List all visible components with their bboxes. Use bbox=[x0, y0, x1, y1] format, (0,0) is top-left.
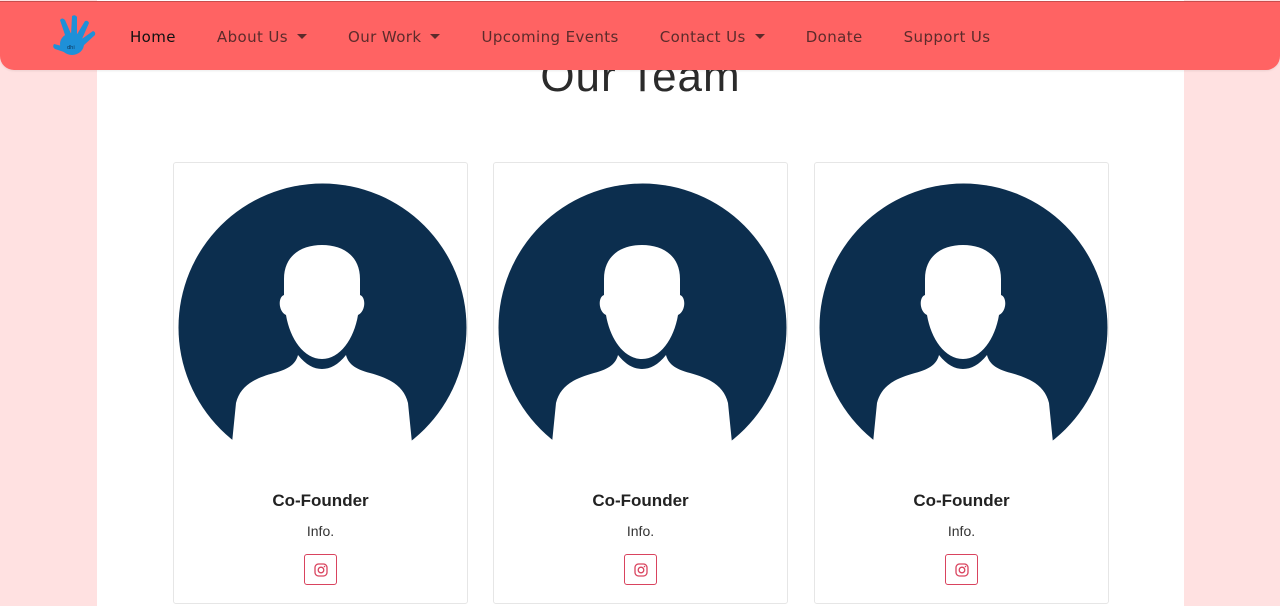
nav-home-label: Home bbox=[130, 27, 176, 46]
member-role: Co-Founder bbox=[913, 491, 1010, 510]
nav-home[interactable]: Home bbox=[130, 28, 176, 46]
team-card: Co-Founder Info. bbox=[173, 162, 468, 604]
instagram-button[interactable] bbox=[945, 554, 978, 585]
top-navbar: dhi Home About Us Our Work Upcoming Even… bbox=[0, 1, 1280, 70]
nav-about-us-label: About Us bbox=[216, 27, 289, 46]
caret-down-icon bbox=[754, 34, 765, 39]
nav-our-work[interactable]: Our Work bbox=[348, 27, 441, 46]
instagram-button[interactable] bbox=[304, 554, 337, 585]
main-content: Our Team Co-Founder Info. Co-Founder Inf… bbox=[97, 0, 1184, 606]
person-avatar-icon bbox=[819, 183, 1108, 472]
member-info: Info. bbox=[626, 523, 655, 539]
caret-down-icon bbox=[297, 34, 308, 39]
hand-logo-icon[interactable]: dhi bbox=[52, 14, 98, 60]
nav-donate-label: Donate bbox=[805, 27, 863, 46]
instagram-button[interactable] bbox=[624, 554, 657, 585]
person-avatar-icon bbox=[498, 183, 787, 472]
member-role: Co-Founder bbox=[592, 491, 689, 510]
member-info: Info. bbox=[306, 523, 335, 539]
nav-upcoming-events[interactable]: Upcoming Events bbox=[481, 28, 618, 46]
team-card: Co-Founder Info. bbox=[814, 162, 1109, 604]
nav-donate[interactable]: Donate bbox=[806, 28, 863, 46]
nav-our-work-label: Our Work bbox=[348, 27, 422, 46]
nav-about-us[interactable]: About Us bbox=[216, 27, 308, 46]
instagram-icon bbox=[313, 562, 328, 577]
nav-support-us-label: Support Us bbox=[903, 27, 991, 46]
person-avatar-icon bbox=[178, 183, 467, 472]
nav-support-us[interactable]: Support Us bbox=[904, 28, 991, 46]
instagram-icon bbox=[633, 562, 648, 577]
nav-contact-us[interactable]: Contact Us bbox=[660, 28, 765, 46]
member-info: Info. bbox=[947, 523, 976, 539]
caret-down-icon bbox=[430, 34, 441, 39]
svg-text:dhi: dhi bbox=[67, 45, 75, 51]
instagram-icon bbox=[954, 562, 969, 577]
nav-upcoming-events-label: Upcoming Events bbox=[481, 27, 619, 46]
member-role: Co-Founder bbox=[272, 491, 369, 510]
nav-contact-us-label: Contact Us bbox=[659, 27, 746, 46]
nav-menu: Home About Us Our Work Upcoming Events C… bbox=[130, 2, 990, 71]
team-card: Co-Founder Info. bbox=[493, 162, 788, 604]
